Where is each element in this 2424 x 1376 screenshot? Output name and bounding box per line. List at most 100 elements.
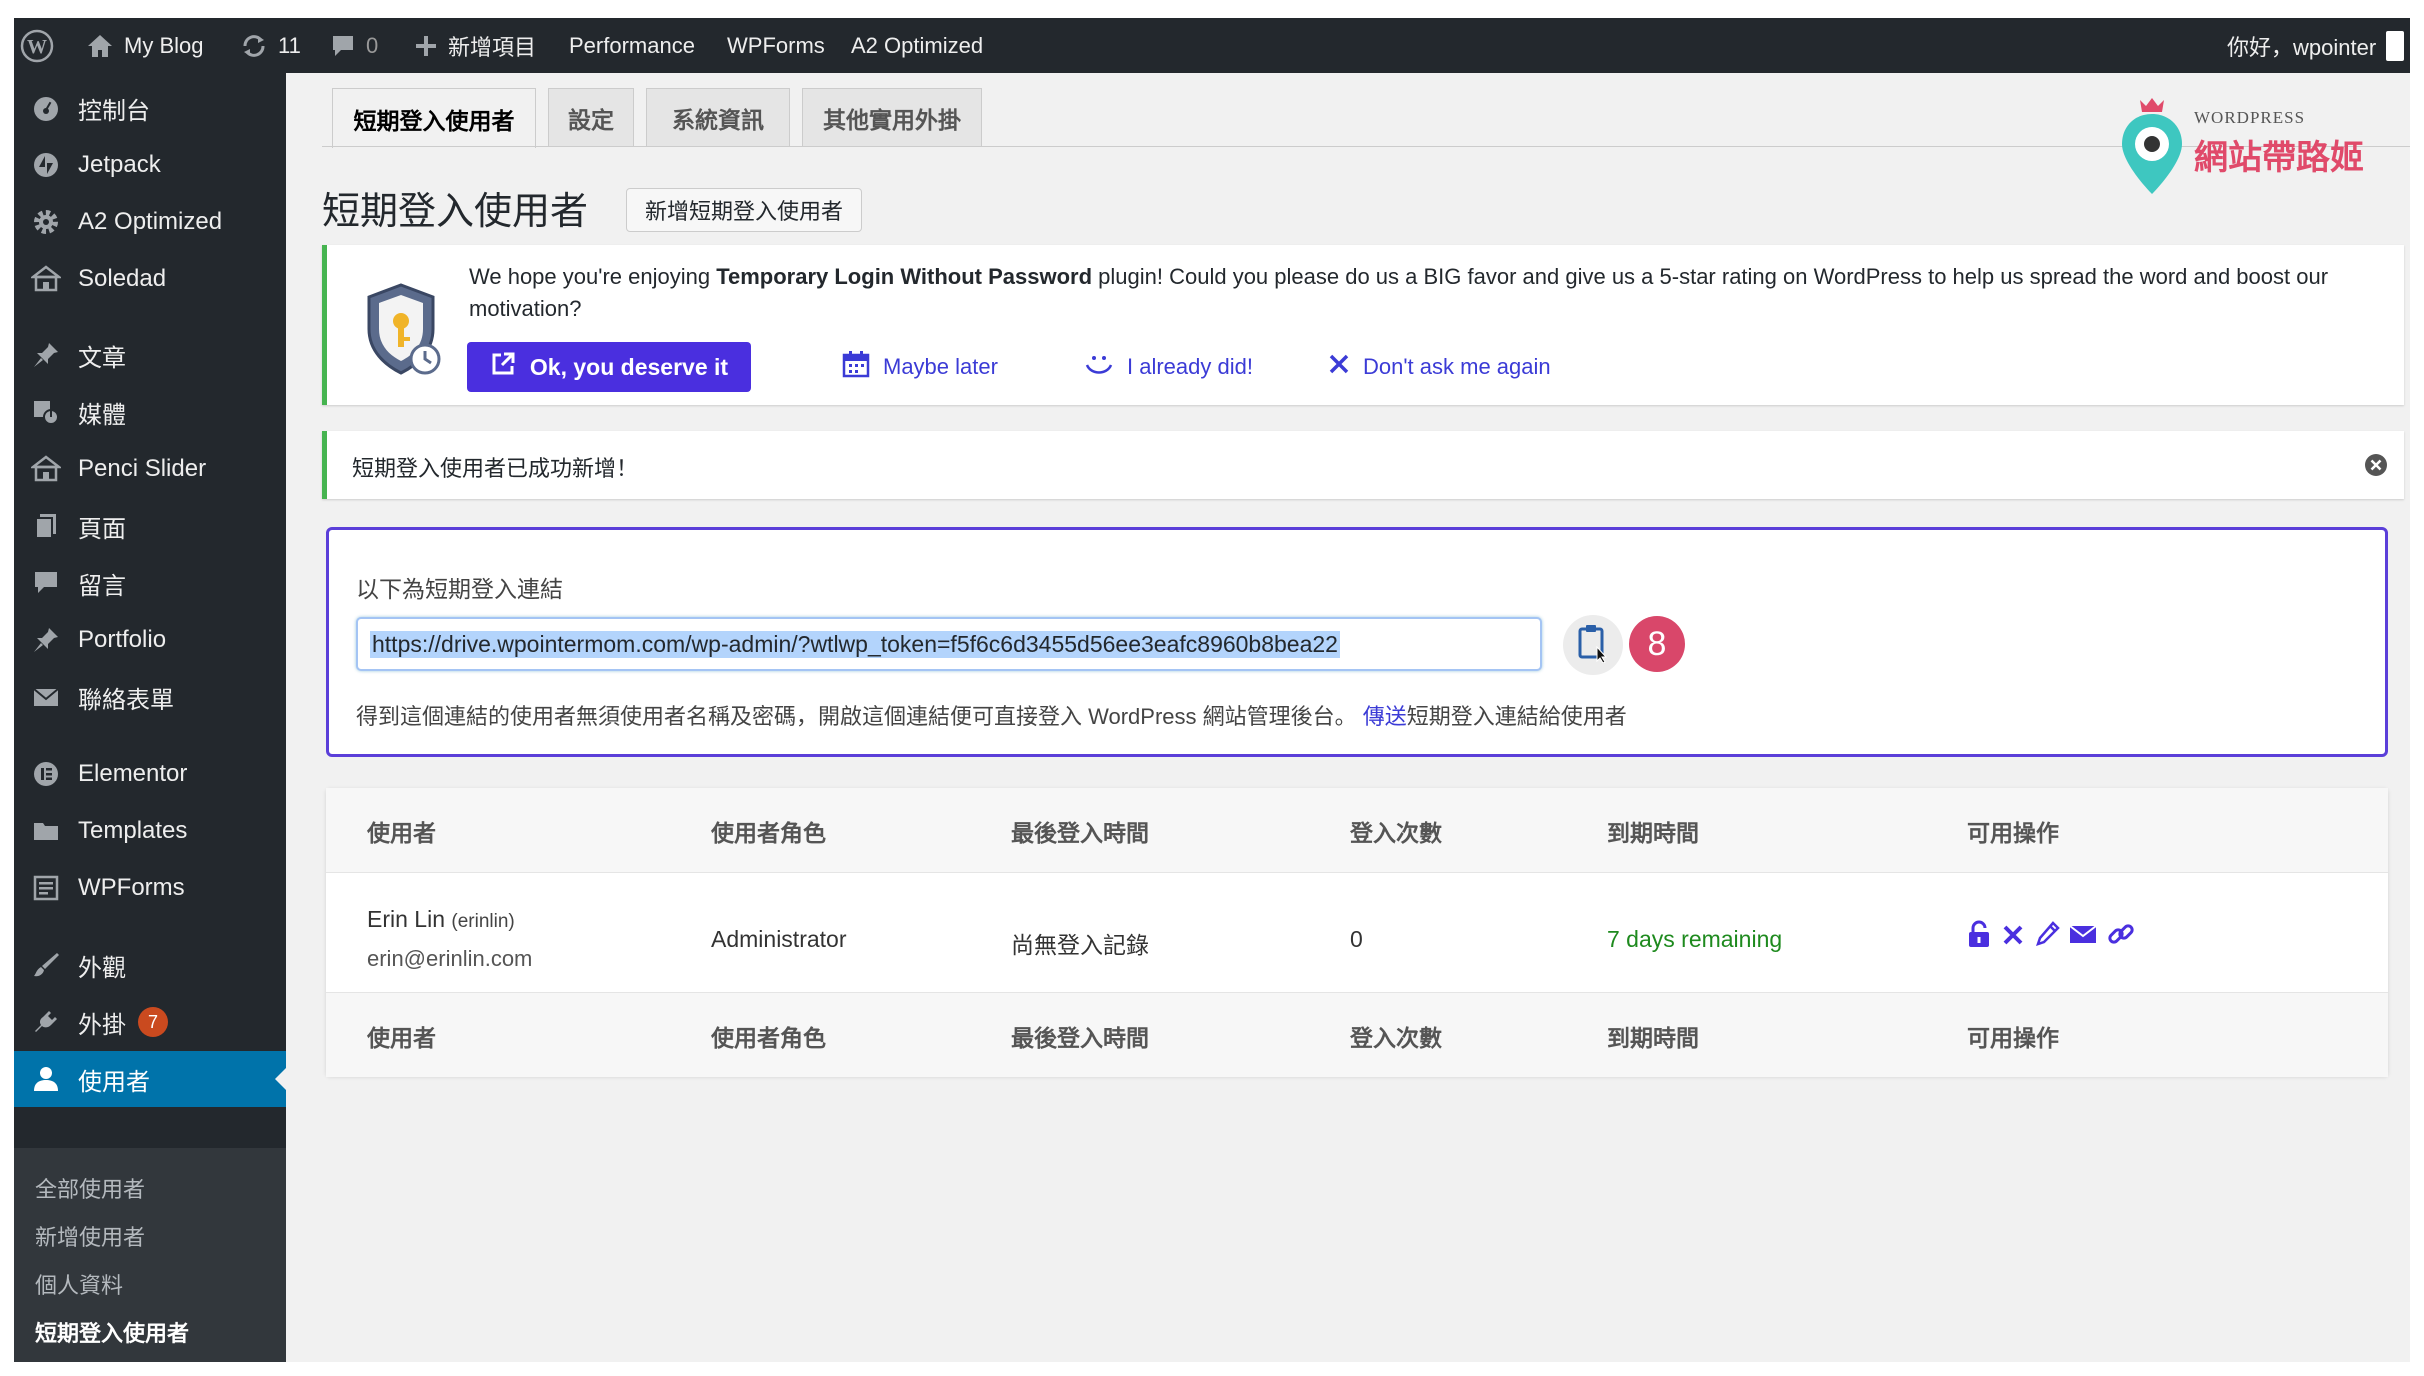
sidebar-item-portfolio[interactable]: Portfolio xyxy=(14,612,286,668)
home-icon xyxy=(28,451,64,487)
footer-header-login-count[interactable]: 登入次數 xyxy=(1350,1019,1442,1053)
footer-header-expiry[interactable]: 到期時間 xyxy=(1607,1019,1699,1053)
sidebar-item-soledad[interactable]: Soledad xyxy=(14,251,286,307)
already-did-link[interactable]: I already did! xyxy=(1083,349,1253,385)
updates-count: 11 xyxy=(278,32,301,58)
sidebar-item-dashboard[interactable]: 控制台 xyxy=(14,80,286,136)
logo-main-text: 網站帶路姬 xyxy=(2194,139,2364,177)
login-url-field[interactable]: https://drive.wpointermom.com/wp-admin/?… xyxy=(356,617,1542,671)
form-icon xyxy=(28,870,64,906)
dashboard-icon xyxy=(28,90,64,126)
sidebar-item-plugins[interactable]: 外掛 7 xyxy=(14,994,286,1050)
pin-icon xyxy=(28,622,64,658)
user-role: Administrator xyxy=(711,926,847,952)
sidebar-item-label: Soledad xyxy=(78,265,167,292)
footer-header-role[interactable]: 使用者角色 xyxy=(711,1019,826,1053)
submenu-add-user[interactable]: 新增使用者 xyxy=(35,1220,145,1252)
expiry-remaining: 7 days remaining xyxy=(1607,926,1783,952)
submenu-all-users[interactable]: 全部使用者 xyxy=(35,1172,145,1204)
svg-text:W: W xyxy=(27,36,47,58)
dont-ask-label: Don't ask me again xyxy=(1363,354,1551,379)
email-icon[interactable] xyxy=(2068,919,2098,949)
dont-ask-link[interactable]: Don't ask me again xyxy=(1327,349,1551,385)
add-temporary-user-button[interactable]: 新增短期登入使用者 xyxy=(626,188,863,232)
sidebar-item-contact-form[interactable]: 聯絡表單 xyxy=(14,669,286,725)
temporary-login-link-box: 以下為短期登入連結 https://drive.wpointermom.com/… xyxy=(326,527,2388,757)
link-box-label: 以下為短期登入連結 xyxy=(356,576,563,602)
comments-menu[interactable]: 0 xyxy=(330,18,378,73)
new-item-menu[interactable]: 新增項目 xyxy=(414,18,536,73)
footer-header-last-login[interactable]: 最後登入時間 xyxy=(1011,1019,1149,1053)
rate-ok-button[interactable]: Ok, you deserve it xyxy=(467,342,751,392)
column-header-last-login[interactable]: 最後登入時間 xyxy=(1011,814,1149,848)
footer-header-user[interactable]: 使用者 xyxy=(367,1019,436,1053)
smile-icon xyxy=(1083,349,1115,385)
submenu-temporary-login[interactable]: 短期登入使用者 xyxy=(35,1316,189,1348)
edit-pencil-icon[interactable] xyxy=(2034,919,2060,949)
admin-sidebar: 控制台 Jetpack A2 Optimized Soledad 文章 媒體 P… xyxy=(14,73,286,1362)
jetpack-icon xyxy=(28,147,64,183)
wpforms-menu[interactable]: WPForms xyxy=(727,18,825,73)
wpforms-label: WPForms xyxy=(727,32,825,58)
performance-label: Performance xyxy=(569,32,695,58)
performance-menu[interactable]: Performance xyxy=(569,18,695,73)
tab-system-info[interactable]: 系統資訊 xyxy=(646,88,790,146)
submenu-profile[interactable]: 個人資料 xyxy=(35,1268,123,1300)
copy-link-icon[interactable] xyxy=(2106,919,2136,949)
maybe-later-link[interactable]: Maybe later xyxy=(841,349,998,385)
tab-temporary-login-users[interactable]: 短期登入使用者 xyxy=(332,88,536,148)
review-notice-text: We hope you're enjoying Temporary Login … xyxy=(469,264,2329,321)
sidebar-item-comments[interactable]: 留言 xyxy=(14,555,286,611)
sidebar-item-pages[interactable]: 頁面 xyxy=(14,498,286,554)
wordpress-logo-menu[interactable]: W xyxy=(20,18,54,73)
sidebar-item-label: Penci Slider xyxy=(78,455,207,482)
column-header-user[interactable]: 使用者 xyxy=(367,814,436,848)
my-account-menu[interactable]: 你好，wpointer xyxy=(2227,18,2405,73)
wordpress-logo-icon: W xyxy=(20,29,54,63)
greeting: 你好，wpointer xyxy=(2227,34,2377,60)
updates-menu[interactable]: 11 xyxy=(240,18,301,73)
row-actions xyxy=(1966,919,2136,949)
user-icon xyxy=(28,1061,64,1097)
tab-settings[interactable]: 設定 xyxy=(548,88,634,146)
sidebar-item-appearance[interactable]: 外觀 xyxy=(14,937,286,993)
table-footer: 使用者 使用者角色 最後登入時間 登入次數 到期時間 可用操作 xyxy=(326,992,2388,1077)
sidebar-item-penci-slider[interactable]: Penci Slider xyxy=(14,441,286,497)
user-email: erin@erinlin.com xyxy=(367,946,533,971)
column-header-login-count[interactable]: 登入次數 xyxy=(1350,814,1442,848)
sidebar-item-wpforms[interactable]: WPForms xyxy=(14,860,286,916)
column-header-expiry[interactable]: 到期時間 xyxy=(1607,814,1699,848)
gear-icon xyxy=(28,204,64,240)
sidebar-item-templates[interactable]: Templates xyxy=(14,803,286,859)
new-item-label: 新增項目 xyxy=(448,34,537,60)
plugin-icon xyxy=(28,1004,64,1040)
site-name-menu[interactable]: My Blog xyxy=(86,18,203,73)
a2-optimized-menu[interactable]: A2 Optimized xyxy=(851,18,983,73)
delete-icon[interactable] xyxy=(2000,919,2026,949)
sidebar-item-media[interactable]: 媒體 xyxy=(14,384,286,440)
dismiss-icon[interactable] xyxy=(2364,453,2388,482)
rate-ok-label: Ok, you deserve it xyxy=(529,353,729,380)
sidebar-item-label: 外觀 xyxy=(78,954,126,982)
table-header: 使用者 使用者角色 最後登入時間 登入次數 到期時間 可用操作 xyxy=(326,788,2388,873)
column-header-role[interactable]: 使用者角色 xyxy=(711,814,826,848)
close-icon xyxy=(1327,352,1351,382)
sidebar-item-label: Elementor xyxy=(78,760,188,787)
sidebar-item-users[interactable]: 使用者 xyxy=(14,1051,286,1107)
avatar xyxy=(2386,30,2405,61)
sidebar-item-jetpack[interactable]: Jetpack xyxy=(14,137,286,193)
copy-link-button[interactable] xyxy=(1563,615,1623,675)
temporary-users-table: 使用者 使用者角色 最後登入時間 登入次數 到期時間 可用操作 Erin Lin… xyxy=(326,788,2388,1077)
tab-divider xyxy=(322,146,2410,147)
lock-icon[interactable] xyxy=(1966,919,1992,949)
comment-icon xyxy=(28,565,64,601)
comments-count: 0 xyxy=(366,32,379,58)
sidebar-item-posts[interactable]: 文章 xyxy=(14,327,286,383)
home-icon xyxy=(28,261,64,297)
send-link[interactable]: 傳送 xyxy=(1363,704,1407,729)
sidebar-item-label: Templates xyxy=(78,817,188,844)
sidebar-item-elementor[interactable]: Elementor xyxy=(14,746,286,802)
sidebar-item-a2-optimized[interactable]: A2 Optimized xyxy=(14,194,286,250)
tab-other-plugins[interactable]: 其他實用外掛 xyxy=(802,88,982,146)
sidebar-item-label: 頁面 xyxy=(78,515,126,543)
